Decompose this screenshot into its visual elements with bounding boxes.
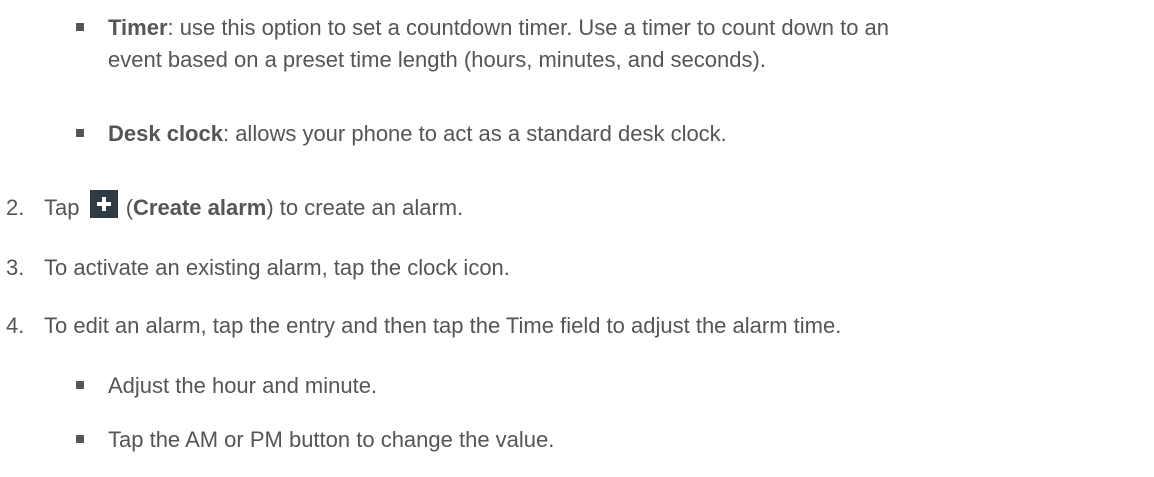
- square-bullet-icon: [76, 435, 84, 443]
- timer-description-line1: : use this option to set a countdown tim…: [167, 15, 890, 40]
- document-page: Timer: use this option to set a countdow…: [0, 0, 1154, 477]
- square-bullet-icon: [76, 381, 84, 389]
- term-timer: Timer: [108, 15, 168, 40]
- step-text-paren: (: [119, 195, 134, 220]
- step-2: 2. Tap (Create alarm) to create an alarm.: [6, 190, 1146, 224]
- step-text-after: ) to create an alarm.: [266, 195, 464, 220]
- list-item-text: Desk clock: allows your phone to act as …: [108, 118, 1148, 150]
- step-number: 3.: [6, 255, 25, 280]
- step-number: 4.: [6, 313, 25, 338]
- list-item-text: Timer: use this option to set a countdow…: [108, 12, 1148, 76]
- list-item-text: Adjust the hour and minute.: [108, 373, 378, 398]
- term-desk-clock: Desk clock: [108, 121, 223, 146]
- create-alarm-plus-icon: [89, 190, 118, 218]
- step-text-before: Tap: [44, 195, 86, 220]
- step-3: 3. To activate an existing alarm, tap the…: [6, 252, 1146, 284]
- step-text: To activate an existing alarm, tap the c…: [44, 255, 510, 280]
- step-4: 4. To edit an alarm, tap the entry and th…: [6, 310, 1146, 342]
- step-text: To edit an alarm, tap the entry and then…: [44, 313, 842, 338]
- square-bullet-icon: [76, 129, 84, 137]
- desk-clock-description: : allows your phone to act as a standard…: [222, 121, 727, 146]
- timer-description-line2: event based on a preset time length (hou…: [108, 47, 766, 72]
- create-alarm-label: Create alarm: [133, 195, 267, 220]
- list-item-text: Tap the AM or PM button to change the va…: [108, 427, 555, 452]
- step-number: 2.: [6, 195, 25, 220]
- square-bullet-icon: [76, 23, 84, 31]
